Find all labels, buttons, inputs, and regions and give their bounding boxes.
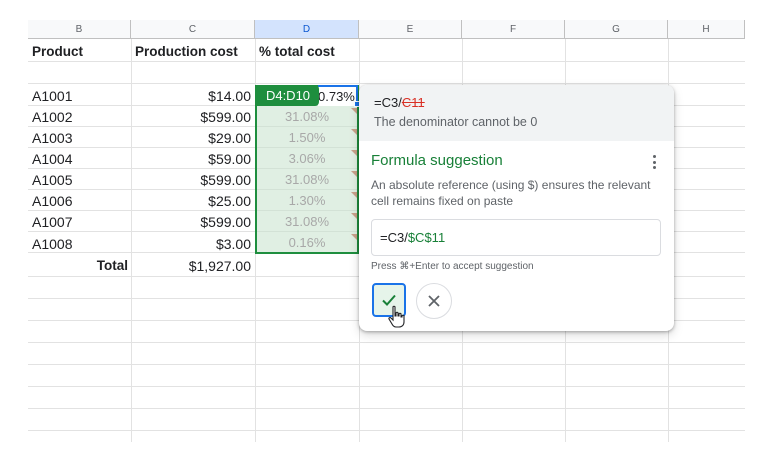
- suggested-formula: =C3/$C$11: [371, 219, 661, 256]
- column-header-h[interactable]: H: [668, 20, 745, 39]
- cell-cost[interactable]: $14.00: [135, 85, 251, 106]
- error-marker-icon: [351, 171, 357, 177]
- suggested-formula-fix: $C$11: [407, 230, 446, 245]
- gridline: [28, 364, 745, 365]
- column-header-g[interactable]: G: [565, 20, 668, 39]
- cell-cost[interactable]: $599.00: [135, 169, 251, 190]
- column-header-b[interactable]: B: [28, 20, 131, 39]
- error-section: [359, 85, 674, 141]
- cell-percent[interactable]: 0.16%: [257, 232, 357, 253]
- cell-product[interactable]: A1002: [32, 106, 130, 127]
- cell-cost[interactable]: $599.00: [135, 106, 251, 127]
- suggestion-description: An absolute reference (using $) ensures …: [371, 178, 651, 208]
- close-icon: [428, 295, 440, 307]
- cell-product[interactable]: A1003: [32, 127, 130, 148]
- column-header-d[interactable]: D: [255, 20, 359, 39]
- cell-percent[interactable]: 31.08%: [257, 169, 357, 190]
- error-formula: =C3/C11: [374, 95, 425, 110]
- cell-percent[interactable]: 31.08%: [257, 211, 357, 232]
- suggestion-title: Formula suggestion: [371, 152, 503, 169]
- error-formula-bad-ref: C11: [401, 95, 425, 110]
- cell-product[interactable]: A1004: [32, 148, 130, 169]
- error-marker-icon: [351, 213, 357, 219]
- cell-cost[interactable]: $3.00: [135, 233, 251, 254]
- active-cell-value[interactable]: 0.73%: [318, 85, 358, 106]
- gridline: [28, 83, 745, 84]
- range-label: D4:D10: [257, 85, 319, 106]
- error-marker-icon: [351, 234, 357, 240]
- cell-percent[interactable]: 1.30%: [257, 190, 357, 211]
- error-marker-icon: [351, 150, 357, 156]
- column-header-f[interactable]: F: [462, 20, 565, 39]
- more-vert-icon[interactable]: [643, 153, 665, 171]
- gridline: [28, 430, 745, 431]
- cell-cost[interactable]: $25.00: [135, 190, 251, 211]
- cell-product[interactable]: A1001: [32, 85, 130, 106]
- header-production-cost[interactable]: Production cost: [135, 41, 253, 62]
- cell-percent[interactable]: 3.06%: [257, 148, 357, 169]
- cell-total-label[interactable]: Total: [32, 255, 128, 276]
- formula-suggestion-popup: =C3/C11 The denominator cannot be 0 Form…: [359, 85, 674, 331]
- gridline: [28, 342, 745, 343]
- cell-product[interactable]: A1006: [32, 190, 130, 211]
- error-formula-prefix: =C3/: [374, 95, 402, 110]
- keyboard-hint: Press ⌘+Enter to accept suggestion: [371, 261, 534, 272]
- error-message: The denominator cannot be 0: [374, 115, 538, 129]
- gridline: [28, 408, 745, 409]
- cell-product[interactable]: A1005: [32, 169, 130, 190]
- error-marker-icon: [351, 129, 357, 135]
- suggested-formula-prefix: =C3/: [380, 230, 408, 245]
- cell-percent[interactable]: 1.50%: [257, 127, 357, 148]
- cell-cost[interactable]: $29.00: [135, 127, 251, 148]
- cell-cost[interactable]: $599.00: [135, 211, 251, 232]
- header-percent-total[interactable]: % total cost: [259, 41, 357, 62]
- cell-product[interactable]: A1008: [32, 233, 130, 254]
- cell-cost[interactable]: $59.00: [135, 148, 251, 169]
- hand-cursor-icon: [388, 305, 405, 328]
- cell-percent[interactable]: 31.08%: [257, 106, 357, 127]
- gridline: [131, 39, 132, 442]
- header-product[interactable]: Product: [32, 41, 130, 62]
- error-marker-icon: [351, 108, 357, 114]
- error-marker-icon: [351, 192, 357, 198]
- reject-suggestion-button[interactable]: [416, 283, 452, 319]
- column-header-c[interactable]: C: [131, 20, 255, 39]
- column-header-e[interactable]: E: [359, 20, 462, 39]
- gridline: [28, 386, 745, 387]
- cell-product[interactable]: A1007: [32, 211, 130, 232]
- cell-total-value[interactable]: $1,927.00: [135, 255, 251, 276]
